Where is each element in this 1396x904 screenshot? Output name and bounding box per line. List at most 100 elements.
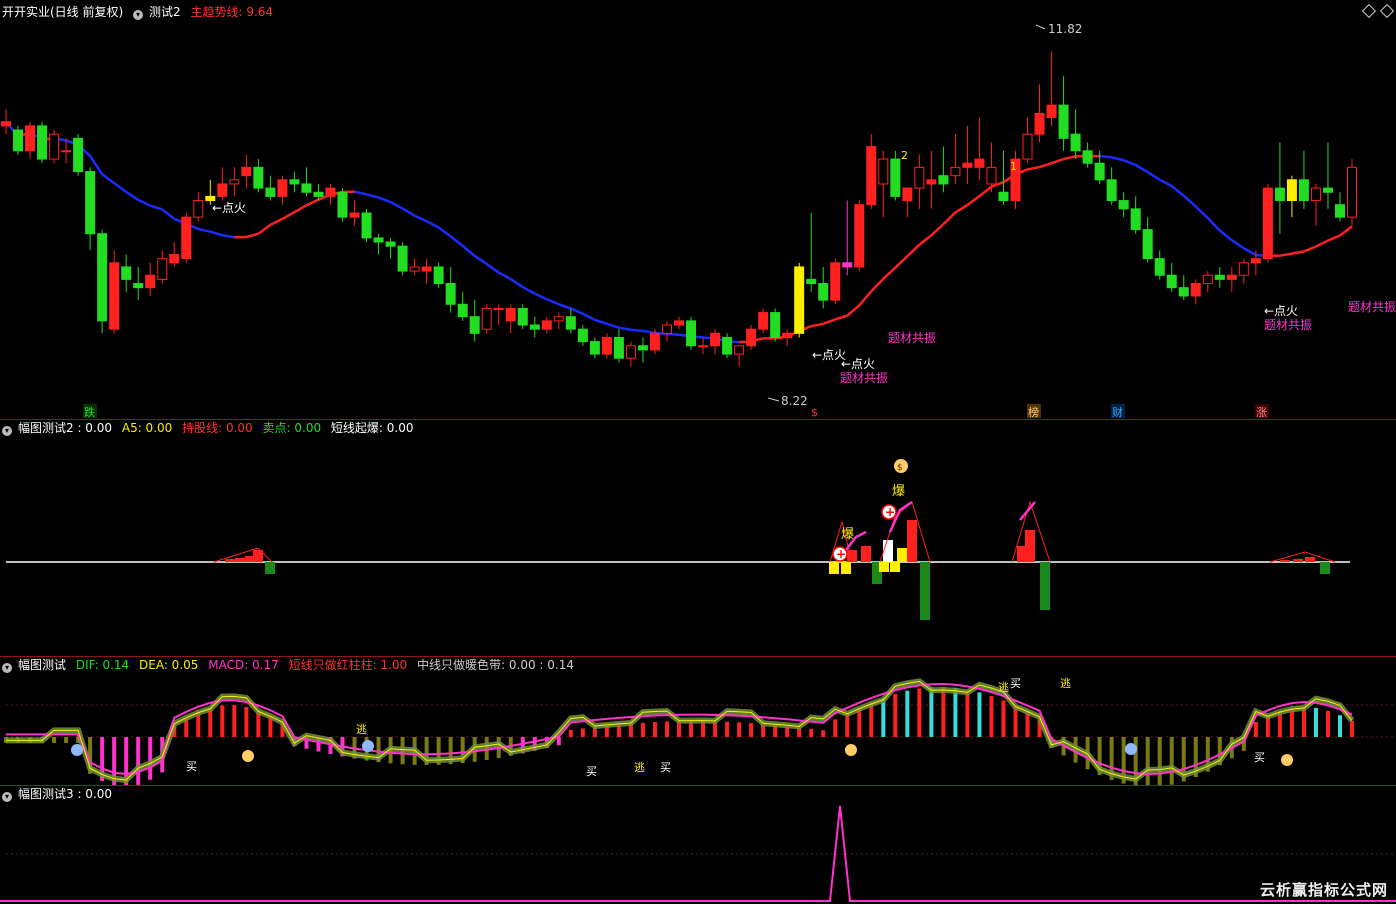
candle-body [914, 166, 925, 189]
event-label: 涨 [1256, 406, 1267, 419]
macd-bar [977, 692, 982, 737]
trend-line-segment [161, 208, 176, 220]
candle-body [1106, 179, 1117, 202]
candle-body [1094, 162, 1105, 181]
sad-face-icon [71, 744, 83, 756]
sub-panel-1[interactable]: ▾ 幅图测试2 : 0.00 A5: 0.00 持股线: 0.00 卖点: 0.0… [0, 420, 1396, 656]
macd-bar [881, 697, 886, 737]
trend-line-segment [978, 185, 993, 198]
candlestick-chart[interactable]: 11.828.22←点火←点火←点火←点火题材共振题材共振题材共振题材共振12跌… [0, 0, 1396, 419]
candle-body [950, 166, 961, 177]
macd-bar [1313, 707, 1318, 737]
low-price-label: 8.22 [781, 394, 808, 408]
trend-line-segment [1315, 239, 1329, 248]
candle-body [505, 307, 516, 322]
candle-body [409, 266, 420, 272]
candle-body [217, 183, 228, 197]
sub-panel-3[interactable]: ▾ 幅图测试3 : 0.00 [0, 786, 1396, 904]
candle-body [710, 332, 721, 347]
macd-bar [929, 687, 934, 737]
trend-line-segment [354, 190, 367, 196]
candle-body [13, 129, 24, 152]
candle-body [241, 166, 252, 177]
signal-bar [897, 548, 907, 562]
trend-line-segment [882, 266, 897, 280]
trend-line-segment [594, 318, 608, 326]
macd-bar [640, 722, 645, 737]
main-panel[interactable]: 开开实业(日线 前复权) ▾ 测试2 主趋势线: 9.64 11.82 8.22 ←点… [0, 0, 1396, 419]
macd-bar [965, 689, 970, 737]
macd-bar [580, 728, 585, 737]
candle-body [1046, 104, 1057, 119]
candle-body [1034, 112, 1045, 135]
macd-bar [244, 706, 249, 737]
macd-bar [893, 693, 898, 737]
macd-bar [1145, 737, 1150, 785]
signal-histogram[interactable]: ++爆爆$ [0, 420, 1396, 656]
trend-line-segment [1027, 165, 1040, 171]
macd-bar [725, 721, 730, 737]
trend-line-segment [1170, 185, 1185, 197]
candle-body [565, 316, 576, 330]
signal-text: 逃 [634, 761, 645, 774]
macd-bar [148, 737, 153, 780]
macd-bar [1325, 710, 1330, 737]
candle-body [890, 158, 901, 197]
trend-line-segment [113, 182, 127, 193]
candle-body [553, 316, 564, 322]
sub-panel-macd[interactable]: ▾ 幅图测试 DIF: 0.14 DEA: 0.05 MACD: 0.17 短线只… [0, 657, 1396, 785]
event-label: 榜 [1028, 405, 1039, 419]
trend-line-segment [1303, 245, 1317, 253]
candle-body [806, 278, 817, 285]
macd-bar [833, 719, 838, 737]
money-bag-glyph: $ [897, 463, 903, 473]
candle-body [866, 146, 877, 206]
signal-bar [883, 540, 893, 562]
candle-body [97, 233, 108, 322]
money-bag-icon [845, 744, 857, 756]
trend-line-segment [918, 234, 933, 246]
macd-bar [989, 696, 994, 737]
trend-line-segment [942, 211, 957, 226]
macd-bar [1169, 737, 1174, 785]
trend-line-segment [1111, 156, 1124, 162]
macd-bar [737, 722, 742, 737]
trend-line-segment [293, 204, 308, 214]
signal-bar [1280, 560, 1290, 562]
candle-body [49, 133, 60, 160]
sad-face-icon [362, 740, 374, 752]
candle-body [854, 204, 865, 268]
trend-line-segment [305, 198, 319, 207]
candle-body [601, 336, 612, 355]
candle-body [1226, 274, 1237, 280]
signal-bar [907, 520, 917, 562]
candle-body [529, 324, 540, 330]
signal-bar [861, 546, 871, 562]
trend-line-segment [846, 304, 861, 317]
macd-bar [821, 730, 826, 737]
trend-line-segment [1194, 205, 1209, 219]
trend-line-segment [870, 277, 885, 293]
high-marker [1035, 24, 1046, 30]
trend-line-segment [1231, 239, 1245, 250]
spike-line-chart[interactable] [0, 786, 1396, 904]
candle-body [1022, 133, 1033, 160]
trend-line-segment [198, 227, 211, 233]
trend-line-segment [485, 262, 500, 274]
macd-bar [1001, 700, 1006, 737]
candle-body [469, 316, 480, 334]
macd-bar [652, 722, 657, 737]
signal-text: 买 [660, 761, 671, 774]
trend-line-segment [930, 223, 945, 237]
macd-chart[interactable]: 买买买买买逃逃逃逃 [0, 657, 1396, 785]
trend-line-segment [101, 173, 115, 185]
trend-line-segment [1327, 234, 1341, 242]
signal-bar [1320, 562, 1330, 574]
trend-line-segment [222, 233, 235, 239]
candle-body [61, 150, 72, 153]
macd-bar [220, 705, 225, 737]
macd-bar [136, 737, 141, 785]
signal-text: 买 [186, 760, 197, 773]
trend-line-segment [474, 254, 488, 266]
candle-body [157, 258, 168, 280]
